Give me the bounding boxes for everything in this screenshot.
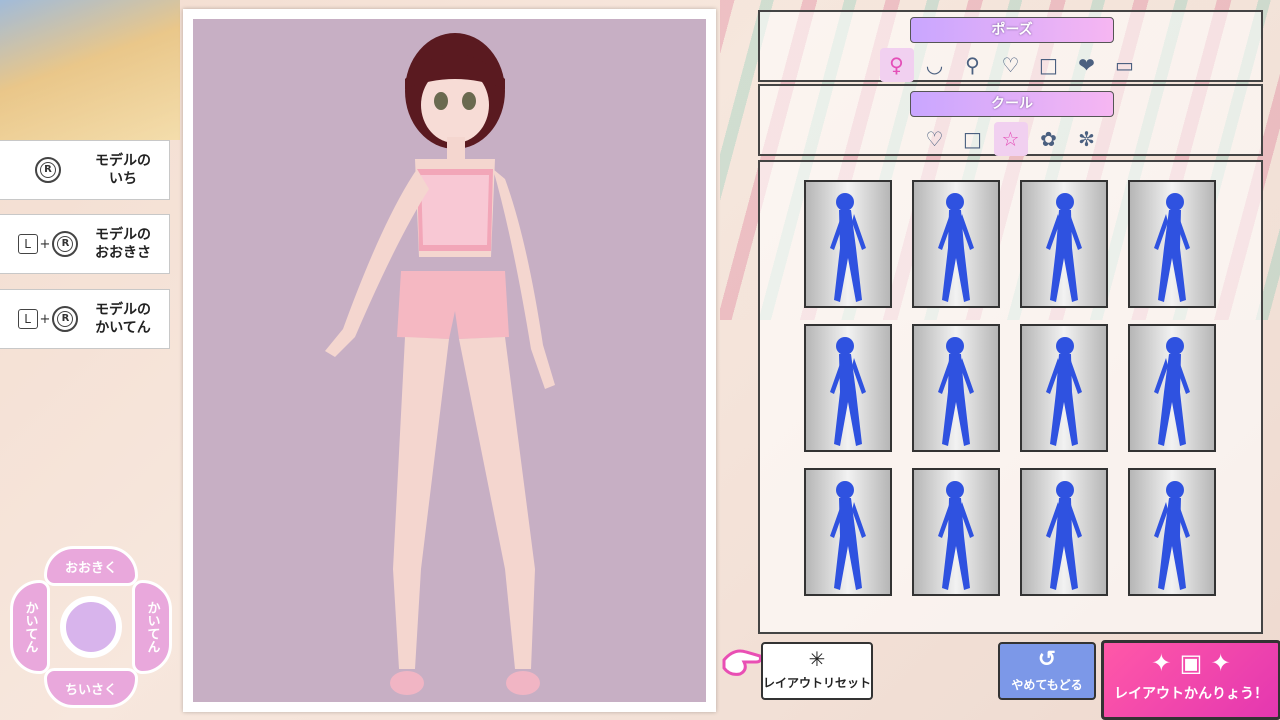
pose-silhouette-icon	[1154, 337, 1190, 446]
flower-icon[interactable]: ✿	[1032, 122, 1066, 156]
plus-sign: +	[39, 236, 51, 252]
rotate-right-button[interactable]: かいてん	[132, 580, 172, 674]
hint-label-1: モデルの	[95, 227, 151, 243]
pose-tile[interactable]	[804, 180, 892, 308]
gear-flower-icon[interactable]: ✼	[1070, 122, 1104, 156]
hint-label-2: おおきさ	[95, 245, 151, 261]
frame-sparkle-icon: ✦ ▣ ✦	[1151, 649, 1231, 677]
rotate-left-button[interactable]: かいてん	[10, 580, 50, 674]
hint-label-2: いち	[109, 171, 137, 187]
style-icon-row: ♡ □ ☆ ✿ ✼	[760, 122, 1261, 156]
pose-tile[interactable]	[912, 324, 1000, 452]
heart-frame-icon[interactable]: ♡	[994, 48, 1028, 82]
pose-tile[interactable]	[912, 180, 1000, 308]
star-icon[interactable]: ☆	[993, 122, 1028, 156]
reset-label: レイアウトリセット	[763, 676, 872, 690]
pose-tile[interactable]	[804, 324, 892, 452]
pose-silhouette-icon	[938, 481, 974, 590]
hint-model-rotation: L+ モデルのかいてん	[0, 289, 170, 349]
pose-panel-title: ポーズ	[910, 17, 1114, 43]
hint-keys	[8, 157, 88, 183]
pose-silhouette-icon	[1154, 481, 1190, 590]
pose-silhouette-icon	[830, 481, 866, 590]
hint-model-size: L+ モデルのおおきさ	[0, 214, 170, 274]
speech-heart-icon[interactable]: ❤	[1070, 48, 1104, 82]
pose-grid	[804, 180, 1216, 596]
hint-label-1: モデルの	[95, 153, 151, 169]
person-icon[interactable]: ⚲	[956, 48, 990, 82]
style-panel-title: クール	[910, 91, 1114, 117]
sparkle-icon: ✳	[808, 647, 826, 671]
pose-icon-row: ♀ ◡ ⚲ ♡ □ ❤ ▭	[760, 48, 1261, 82]
model-preview-frame	[183, 9, 716, 712]
pose-silhouette-icon	[1046, 481, 1082, 590]
pose-silhouette-icon	[1046, 193, 1082, 302]
pose-silhouette-icon	[830, 337, 866, 446]
pose-silhouette-icon	[1046, 337, 1082, 446]
undo-label: やめてもどる	[1011, 678, 1083, 692]
pose-tile[interactable]	[912, 468, 1000, 596]
pose-category-panel: ポーズ ♀ ◡ ⚲ ♡ □ ❤ ▭	[758, 10, 1263, 82]
hand-pointer-icon	[722, 649, 762, 676]
layout-reset-button[interactable]: ✳ レイアウトリセット	[761, 642, 873, 700]
zoom-out-button[interactable]: ちいさく	[44, 668, 138, 708]
l-button-icon: L	[17, 309, 38, 329]
pose-silhouette-icon	[938, 193, 974, 302]
hint-model-position: モデルのいち	[0, 140, 170, 200]
pose-grid-panel	[758, 160, 1263, 634]
layout-complete-button[interactable]: ✦ ▣ ✦ レイアウトかんりょう！	[1101, 640, 1280, 720]
hint-label-1: モデルの	[95, 302, 151, 318]
body-icon[interactable]: ♀	[879, 48, 914, 82]
pose-silhouette-icon	[938, 337, 974, 446]
pose-silhouette-icon	[1154, 193, 1190, 302]
plus-sign: +	[39, 311, 51, 327]
l-button-icon: L	[17, 234, 38, 254]
model-figure	[325, 33, 555, 695]
hint-keys: L +	[8, 231, 88, 257]
pose-tile[interactable]	[1020, 468, 1108, 596]
pose-tile[interactable]	[1128, 324, 1216, 452]
r-stick-icon	[52, 231, 79, 257]
pose-tile[interactable]	[1020, 324, 1108, 452]
hint-keys: L +	[8, 306, 88, 332]
cards-icon[interactable]: ▭	[1108, 48, 1142, 82]
heart-icon[interactable]: ♡	[918, 122, 952, 156]
pose-tile[interactable]	[1020, 180, 1108, 308]
pose-tile[interactable]	[1128, 180, 1216, 308]
dpad-center[interactable]	[60, 596, 122, 658]
complete-label: レイアウトかんりょう！	[1114, 686, 1268, 702]
r-stick-icon	[35, 157, 61, 183]
touch-dpad: おおきく ちいさく かいてん かいてん	[10, 546, 172, 708]
bg-paper-blue	[0, 0, 180, 140]
pose-silhouette-icon	[830, 193, 866, 302]
pose-tile[interactable]	[1128, 468, 1216, 596]
square-icon[interactable]: □	[956, 122, 990, 156]
pose-tile[interactable]	[804, 468, 892, 596]
model-preview-canvas[interactable]	[193, 19, 706, 702]
undo-arrow-icon: ↺	[1037, 647, 1057, 672]
zoom-in-button[interactable]: おおきく	[44, 546, 138, 586]
undo-button[interactable]: ↺ やめてもどる	[998, 642, 1096, 700]
style-category-panel: クール ♡ □ ☆ ✿ ✼	[758, 84, 1263, 156]
smile-icon[interactable]: ◡	[918, 48, 952, 82]
r-stick-icon	[52, 306, 79, 332]
square-icon[interactable]: □	[1032, 48, 1066, 82]
hint-label-2: かいてん	[95, 320, 151, 336]
